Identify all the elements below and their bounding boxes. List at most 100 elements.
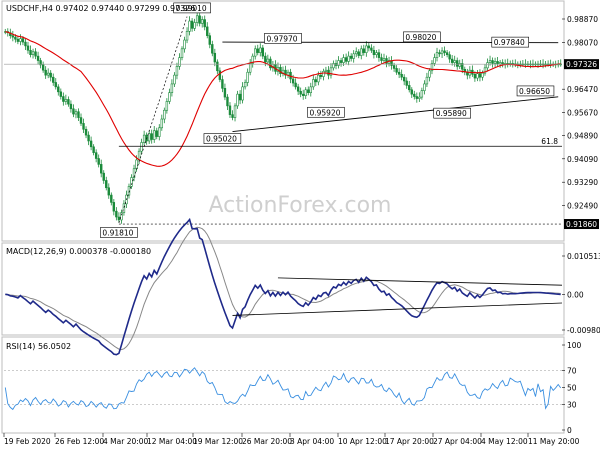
candle-body [380,57,383,61]
candle-body [67,99,70,105]
candle-body [347,55,350,62]
price-chart-title: USDCHF,H4 0.97402 0.97440 0.97299 0.9732… [6,4,195,13]
candle-body [46,72,50,76]
candle-body [69,103,73,110]
candle-body [266,58,270,63]
candle-body [344,57,348,62]
candle-body [193,22,196,29]
candle-body [476,73,479,79]
candle-body [241,86,244,101]
candle-body [31,51,35,55]
candle-body [110,194,113,203]
candle-body [450,58,454,63]
candle-body [322,71,325,77]
candle-body [261,47,265,57]
candle-body [299,90,302,95]
candle-body [216,61,219,72]
lower-trendline [232,96,559,133]
candle-body [317,74,320,83]
candle-body [57,86,60,93]
candle-body [140,142,143,152]
candle-body [122,203,126,213]
candle-body [370,47,373,51]
candle-body [478,73,482,78]
candle-body [190,20,194,29]
candle-body [413,93,416,97]
price-annotation-label: 0.95920 [309,108,340,117]
candle-body [92,146,95,153]
candle-body [221,79,224,89]
candle-body [135,159,138,170]
candle-body [16,38,20,42]
candle-body [173,74,176,85]
candle-body [34,51,37,57]
x-tick-label: 4 Mar 20:00 [103,437,149,446]
candle-body [382,58,386,61]
candle-body [420,90,424,98]
candle-body [337,60,340,66]
candle-body [362,48,365,53]
candle-body [112,202,116,212]
candle-body [155,130,158,137]
candle-body [233,105,237,118]
macd-panel: 0.010513 0.00 -0.009804 [5,217,600,356]
candle-body [36,55,40,61]
x-tick-label: 3 Apr 04:00 [290,437,334,446]
fib-level-label: 61.8 [541,137,558,146]
candle-body [64,99,68,102]
candle-body [150,133,153,140]
candle-body [440,50,444,55]
candle-body [142,134,146,143]
candle-body [400,73,403,78]
candle-body [29,49,32,55]
candle-body [62,96,65,102]
candle-body [301,93,305,96]
candle-body [218,70,222,80]
candle-body [357,51,360,56]
candle-body [408,85,411,91]
candle-body [304,89,307,96]
candle-body [473,73,477,79]
candle-body [153,130,156,140]
candle-body [107,187,110,196]
candle-body [355,51,358,55]
candle-body [180,48,184,58]
watermark: ActionForex.com [209,193,392,218]
price-annotation-label: 0.97840 [494,38,525,47]
candle-body [392,65,396,69]
candle-body [493,61,497,64]
candle-body [168,92,171,102]
price-annotation-label: 0.98020 [405,33,436,42]
candle-body [211,44,214,54]
candle-body [94,152,98,159]
candle-body [74,111,78,115]
price-tick-label: 0.95670 [567,109,598,118]
candle-body [425,76,429,85]
macd-tick-label: 0.00 [567,290,584,299]
candle-body [243,82,247,88]
candle-body [334,63,338,66]
x-tick-label: 26 Feb 12:00 [55,437,104,446]
candle-body [296,86,300,92]
candle-body [195,15,199,23]
candle-body [324,69,328,72]
candle-body [59,91,63,97]
candle-body [377,52,381,58]
candle-body [319,74,323,77]
macd-panel-frame [1,242,565,336]
candle-body [117,216,121,221]
price-tick-label: 0.94090 [567,155,598,164]
candle-body [49,72,52,78]
candle-body [206,26,209,36]
x-tick-label: 26 Mar 20:00 [242,437,292,446]
candle-body [428,70,431,78]
candle-body [254,48,257,57]
candle-body [339,60,343,63]
candle-body [165,101,169,111]
price-annotation-label: 0.95890 [436,109,467,118]
candle-body [264,55,267,63]
candle-body [170,83,174,94]
candle-body [435,52,439,58]
candle-body [352,53,355,59]
candle-body [256,48,259,53]
